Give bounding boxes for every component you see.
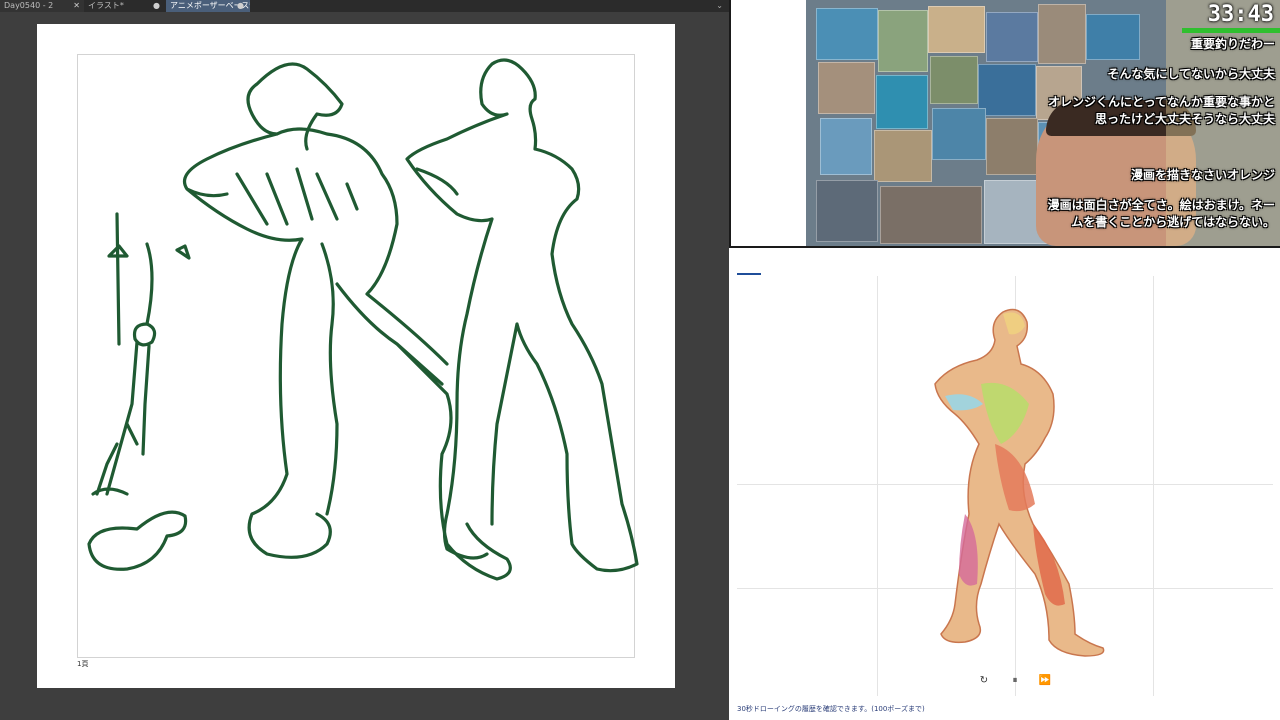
chat-comment: 漫画を描きなさいオレンジ <box>1130 168 1275 182</box>
desk-items <box>816 180 878 242</box>
document-tab-bar: Day0540 - 2 ✕ イラスト* ● アニメポーザーベース* ● ⌄ <box>0 0 729 12</box>
viewer-tab-indicator <box>737 273 761 275</box>
pose-viewer[interactable]: ↻ ⏸ ⏩ 30秒ドローイングの履歴を確認できます。(100ポーズまで) <box>729 248 1280 720</box>
wall-photo <box>878 10 928 72</box>
figure-sketch <box>87 58 639 581</box>
sketch-stroke <box>87 212 191 571</box>
tab-illust[interactable]: イラスト* ● <box>84 0 166 12</box>
wall-photo <box>876 75 928 129</box>
wall-photo <box>986 12 1038 62</box>
close-icon[interactable]: ✕ <box>73 0 80 12</box>
wall-photo <box>986 118 1038 175</box>
grid-line <box>877 276 878 696</box>
wall-photo <box>932 108 986 160</box>
viewer-caption: 30秒ドローイングの履歴を確認できます。(100ポーズまで) <box>737 705 925 713</box>
wall-photo <box>874 130 932 182</box>
desk-items <box>880 186 982 244</box>
chat-comment: そんな気にしてないから大丈夫 <box>1107 67 1275 81</box>
tab-anime-poser-base[interactable]: アニメポーザーベース* ● <box>166 0 250 12</box>
drawing-app: Day0540 - 2 ✕ イラスト* ● アニメポーザーベース* ● ⌄ 1頁 <box>0 0 729 720</box>
timer-progress-bar <box>1182 28 1280 33</box>
sketch-stroke <box>182 62 512 581</box>
chat-comment: 重要釣りだわー <box>1190 37 1275 51</box>
reset-icon[interactable]: ↻ <box>977 674 991 688</box>
unsaved-dot-icon[interactable]: ● <box>153 0 160 12</box>
tab-label: Day0540 - 2 <box>4 1 54 10</box>
chat-comment: オレンジくんにとってなんか重要な事かと思ったけど大丈夫そうなら大丈夫 <box>1047 95 1275 126</box>
wall-photo <box>1086 14 1140 60</box>
unsaved-dot-icon[interactable]: ● <box>237 0 244 12</box>
panel-gap <box>731 0 806 246</box>
drawing-canvas[interactable]: 1頁 <box>37 24 675 688</box>
tab-day0540[interactable]: Day0540 - 2 ✕ <box>0 0 84 12</box>
wall-photo <box>1038 4 1086 64</box>
wall-photo <box>930 56 978 104</box>
anatomy-model <box>934 308 1105 657</box>
wall-photo <box>978 64 1036 116</box>
chevron-down-icon[interactable]: ⌄ <box>716 0 723 12</box>
chat-comment: 漫画は面白さが全てさ。絵はおまけ。ネームを書くことから逃げてはならない。 <box>1047 198 1275 229</box>
grid-line <box>1153 276 1154 696</box>
wall-photo <box>818 62 875 114</box>
wall-photo <box>816 8 878 60</box>
drawing-timer: 33:43 <box>1207 2 1274 27</box>
wall-photo <box>820 118 872 175</box>
wall-photo <box>928 6 985 53</box>
pause-icon[interactable]: ⏸ <box>1008 674 1022 688</box>
fast-forward-icon[interactable]: ⏩ <box>1038 674 1052 688</box>
tab-label: イラスト* <box>88 1 124 10</box>
webcam-feed: 33:43 重要釣りだわー そんな気にしてないから大丈夫 オレンジくんにとってな… <box>806 0 1280 246</box>
